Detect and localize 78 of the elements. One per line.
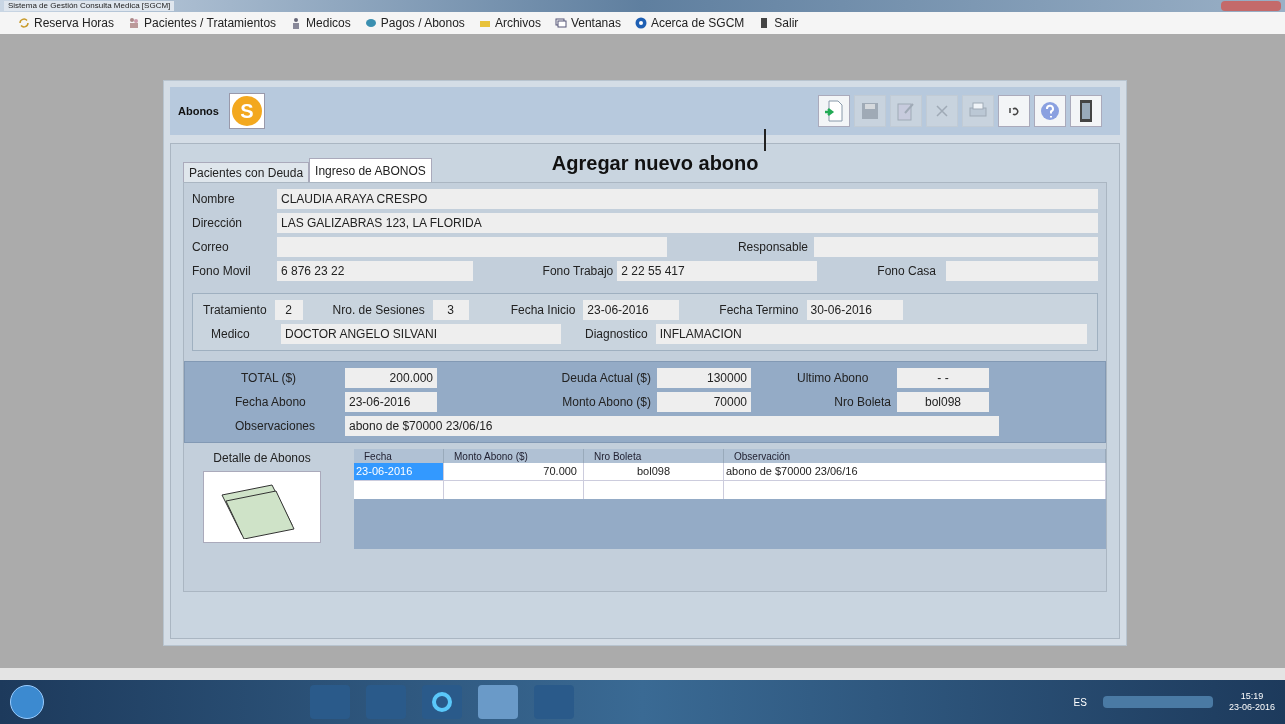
field-label: Deuda Actual ($) bbox=[560, 370, 652, 387]
window-controls[interactable] bbox=[1221, 1, 1281, 11]
leader-line bbox=[764, 129, 766, 151]
close-icon bbox=[936, 105, 948, 117]
refresh-icon bbox=[18, 17, 30, 29]
people-icon bbox=[128, 17, 141, 29]
menu-item[interactable]: Pacientes / Tratamientos bbox=[128, 14, 277, 32]
coin-icon bbox=[364, 17, 377, 29]
menu-item[interactable]: Reserva Horas bbox=[18, 14, 115, 32]
field-label: Nombre bbox=[192, 191, 236, 208]
field-label: Fecha Inicio bbox=[510, 302, 576, 319]
text-field[interactable] bbox=[946, 261, 1098, 281]
table-cell: 23-06-2016 bbox=[354, 463, 444, 481]
edit-icon bbox=[897, 101, 915, 121]
text-field[interactable]: - - bbox=[897, 368, 989, 388]
windows-icon bbox=[554, 17, 567, 29]
text-field[interactable]: 30-06-2016 bbox=[806, 300, 903, 320]
text-field[interactable]: 130000 bbox=[657, 368, 751, 388]
text-field[interactable]: 3 bbox=[432, 300, 469, 320]
text-field[interactable]: bol098 bbox=[897, 392, 989, 412]
text-field[interactable]: LAS GALIZABRAS 123, LA FLORIDA bbox=[277, 213, 1098, 233]
field-label: Fecha Termino bbox=[719, 302, 799, 319]
field-label: TOTAL ($) bbox=[240, 370, 298, 387]
text-field[interactable]: 2 22 55 417 bbox=[617, 261, 818, 281]
help-icon bbox=[1040, 101, 1060, 121]
dollar-badge-icon: S bbox=[228, 93, 265, 129]
start-orb-icon[interactable] bbox=[10, 685, 44, 719]
save-icon bbox=[861, 102, 879, 120]
field-label: Diagnostico bbox=[585, 326, 648, 343]
field-label: Tratamiento bbox=[203, 302, 267, 319]
help-icon bbox=[634, 17, 647, 29]
field-label: Nro Boleta bbox=[833, 394, 892, 411]
field-label: Fono Movil bbox=[192, 263, 252, 280]
text-field[interactable]: INFLAMACION bbox=[655, 324, 1087, 344]
app-icon[interactable] bbox=[478, 685, 518, 719]
printer-icon bbox=[968, 102, 988, 120]
undo-icon bbox=[1008, 106, 1020, 116]
new-document-icon bbox=[824, 100, 844, 122]
form-title: Abonos bbox=[178, 103, 219, 119]
field-label: Fono Trabajo bbox=[542, 263, 614, 280]
language-indicator[interactable]: ES bbox=[1073, 694, 1087, 710]
field-label: Nro. de Sesiones bbox=[332, 302, 425, 319]
browser-icon[interactable] bbox=[422, 685, 462, 719]
field-label: Ultimo Abono bbox=[797, 370, 870, 387]
field-label: Fono Casa bbox=[877, 263, 936, 280]
exit-door-icon bbox=[1078, 99, 1094, 123]
text-field[interactable]: 200.000 bbox=[345, 368, 437, 388]
menu-item[interactable]: Ventanas bbox=[554, 14, 621, 32]
field-label: Dirección bbox=[192, 215, 243, 232]
text-field[interactable]: 6 876 23 22 bbox=[277, 261, 473, 281]
text-field[interactable]: CLAUDIA ARAYA CRESPO bbox=[277, 189, 1098, 209]
field-label: Observaciones bbox=[235, 418, 317, 435]
field-label: Fecha Abono bbox=[235, 394, 307, 411]
clock[interactable]: 15:19 23-06-2016 bbox=[1228, 691, 1275, 713]
menu-item[interactable]: Archivos bbox=[478, 14, 541, 32]
field-label: Responsable bbox=[737, 239, 808, 256]
menu-item[interactable]: Acerca de SGCM bbox=[634, 14, 745, 32]
window-title: Sistema de Gestión Consulta Medica [SGCM] bbox=[4, 1, 175, 11]
text-field[interactable]: abono de $70000 23/06/16 bbox=[345, 416, 999, 436]
text-field[interactable] bbox=[277, 237, 667, 257]
tab[interactable]: Ingreso de ABONOS bbox=[309, 158, 432, 182]
tab[interactable]: Pacientes con Deuda bbox=[183, 162, 310, 182]
field-label: Correo bbox=[192, 239, 230, 256]
text-field[interactable]: DOCTOR ANGELO SILVANI bbox=[281, 324, 561, 344]
toolbar-button[interactable] bbox=[1070, 95, 1102, 127]
menu-item[interactable]: Salir bbox=[758, 14, 799, 32]
callout-text: Agregar nuevo abono bbox=[551, 151, 759, 176]
text-field[interactable]: 2 bbox=[274, 300, 303, 320]
menu-item[interactable]: Medicos bbox=[290, 14, 351, 32]
text-field[interactable] bbox=[814, 237, 1098, 257]
field-label: Detalle de Abonos bbox=[213, 450, 311, 467]
text-field[interactable]: 23-06-2016 bbox=[345, 392, 437, 412]
menu-item[interactable]: Pagos / Abonos bbox=[364, 14, 465, 32]
toolbar-button[interactable] bbox=[998, 95, 1030, 127]
field-label: Medico bbox=[210, 326, 251, 343]
text-field[interactable]: 70000 bbox=[657, 392, 751, 412]
text-field[interactable]: 23-06-2016 bbox=[583, 300, 680, 320]
field-label: Monto Abono ($) bbox=[561, 394, 652, 411]
